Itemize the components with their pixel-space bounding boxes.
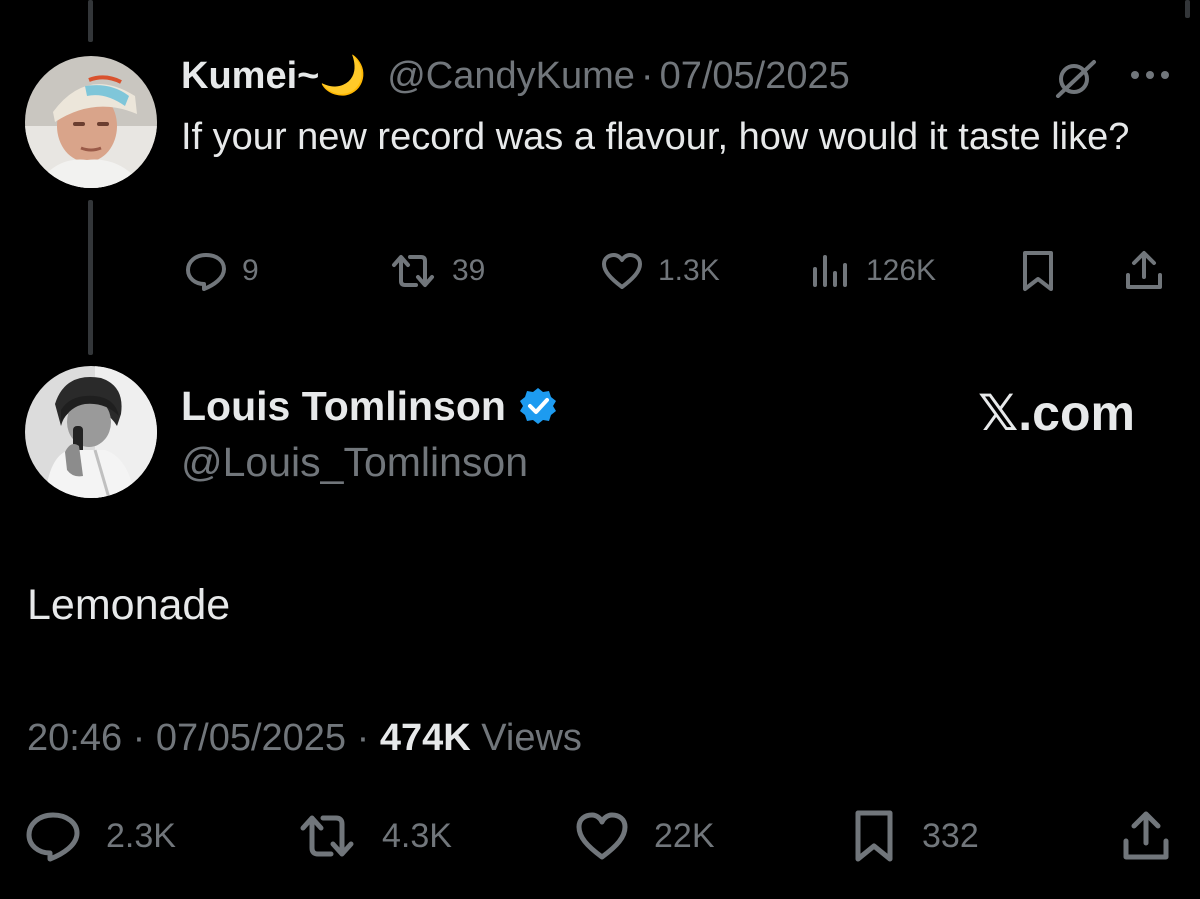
reply-icon	[26, 812, 80, 862]
reply-meta-row: 20:46 · 07/05/2025 · 474K Views	[27, 710, 582, 766]
repost-button[interactable]: 4.3K	[296, 808, 452, 864]
views-icon	[813, 255, 847, 287]
original-handle[interactable]: @CandyKume	[387, 55, 635, 97]
reply-date[interactable]: 07/05/2025	[156, 717, 346, 759]
reply-display-name-row: Louis Tomlinson	[181, 378, 558, 434]
meta-separator-1: ·	[132, 717, 146, 759]
repost-button-small[interactable]: 39	[388, 248, 485, 294]
original-tweet-text: If your new record was a flavour, how wo…	[181, 116, 1130, 158]
bookmark-icon	[1023, 251, 1053, 291]
like-icon	[602, 253, 642, 289]
grok-icon[interactable]	[1052, 58, 1100, 98]
share-icon	[1123, 811, 1169, 860]
x-com-watermark: 𝕏.com	[978, 385, 1135, 441]
thread-line-bottom	[88, 200, 93, 355]
bookmark-count: 332	[922, 816, 979, 855]
reply-button-small[interactable]: 9	[184, 248, 259, 294]
like-button-small[interactable]: 1.3K	[600, 248, 720, 294]
share-button-small[interactable]	[1122, 248, 1166, 294]
views-count-small: 126K	[866, 254, 937, 287]
repost-icon	[392, 255, 434, 287]
meta-separator-2: ·	[356, 717, 370, 759]
reply-tweet-text: Lemonade	[27, 581, 231, 629]
reply-button[interactable]: 2.3K	[24, 808, 176, 864]
original-display-name[interactable]: Kumei~	[181, 55, 319, 97]
like-button[interactable]: 22K	[574, 808, 715, 864]
reply-handle[interactable]: @Louis_Tomlinson	[181, 434, 528, 490]
reply-time[interactable]: 20:46	[27, 717, 122, 759]
original-date[interactable]: 07/05/2025	[660, 55, 850, 97]
scroll-edge-line	[1185, 0, 1190, 18]
reply-views-label: Views	[481, 717, 582, 759]
reply-display-name[interactable]: Louis Tomlinson	[181, 378, 506, 434]
avatar-candykume[interactable]	[25, 56, 157, 188]
reply-icon	[186, 253, 226, 291]
bookmark-button[interactable]: 332	[850, 808, 979, 864]
like-icon	[576, 812, 628, 860]
repost-count: 4.3K	[382, 816, 452, 855]
views-button-small[interactable]: 126K	[808, 248, 936, 294]
more-icon[interactable]	[1127, 60, 1173, 90]
thread-line-top	[88, 0, 93, 42]
like-count-small: 1.3K	[658, 254, 720, 287]
share-button[interactable]	[1120, 808, 1172, 864]
repost-count-small: 39	[452, 254, 486, 287]
reply-count: 2.3K	[106, 816, 176, 855]
reply-views-count[interactable]: 474K	[380, 717, 471, 759]
bookmark-icon	[855, 810, 893, 862]
reply-count-small: 9	[242, 254, 259, 287]
repost-icon	[300, 815, 354, 857]
bookmark-button-small[interactable]	[1018, 248, 1058, 294]
moon-emoji: 🌙	[319, 55, 367, 97]
verified-badge-icon[interactable]	[518, 386, 558, 426]
original-separator: ·	[640, 55, 654, 97]
share-icon	[1126, 251, 1162, 289]
avatar-louis-tomlinson[interactable]	[25, 366, 157, 498]
original-tweet-header: Kumei~🌙 @CandyKume · 07/05/2025	[181, 48, 850, 104]
like-count: 22K	[654, 816, 715, 855]
